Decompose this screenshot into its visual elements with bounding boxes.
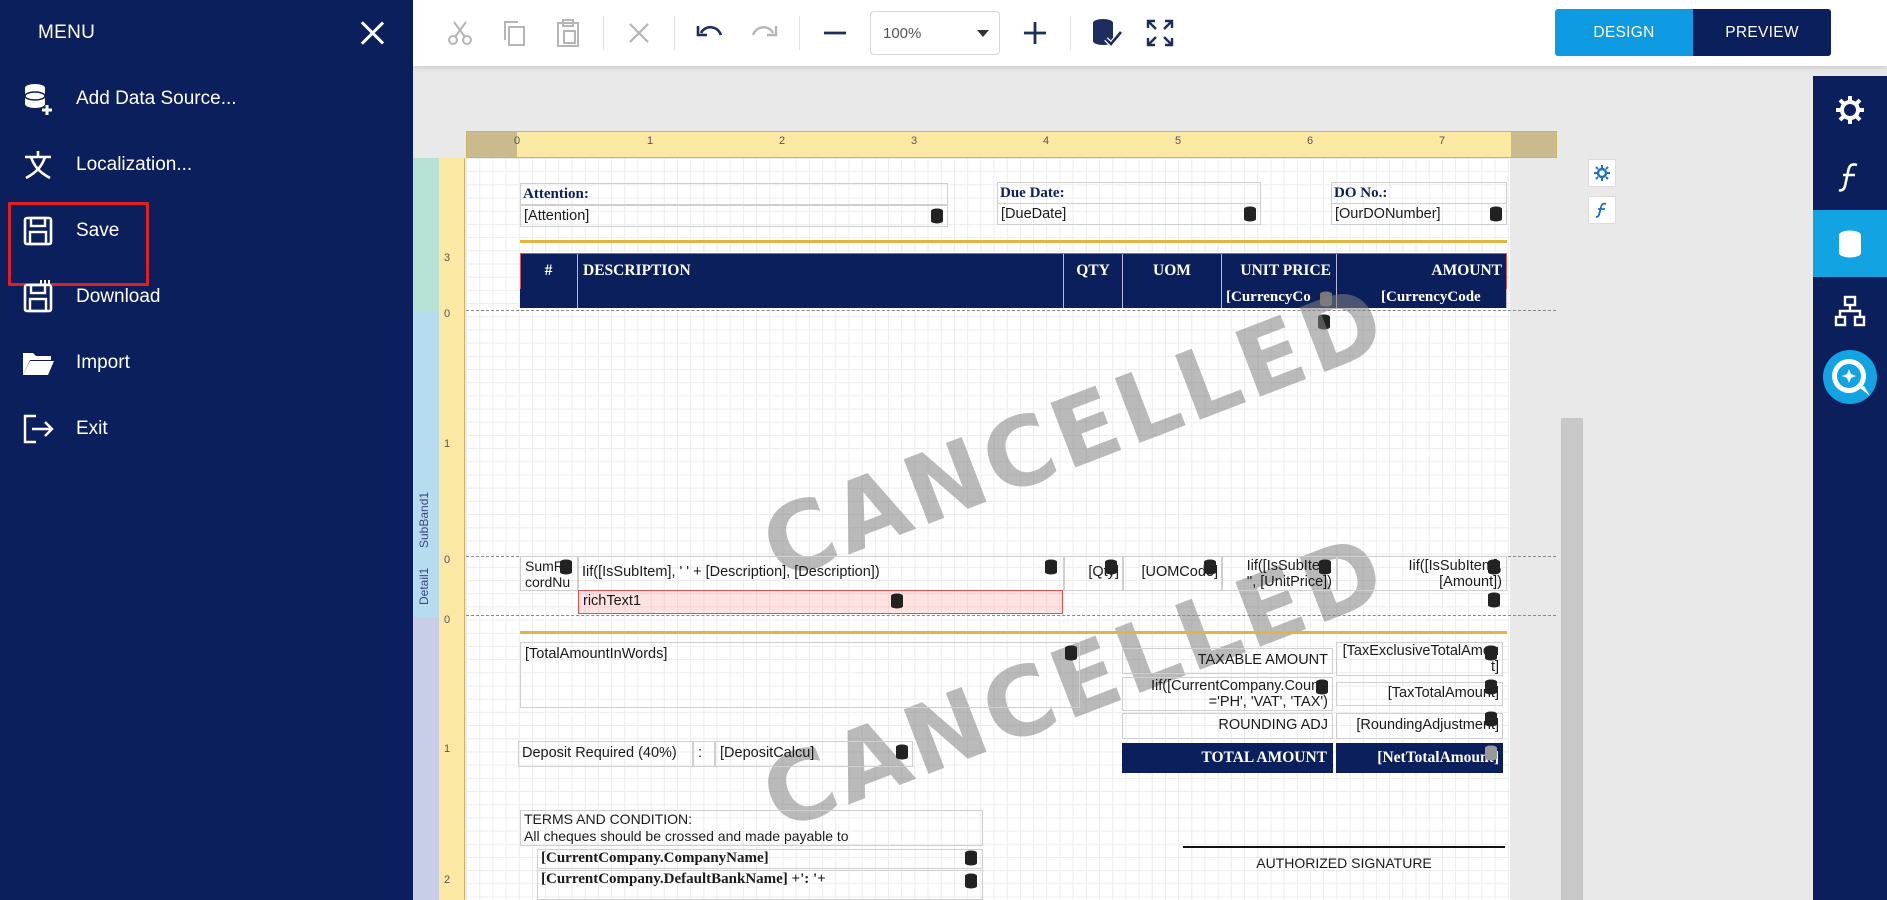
ruler-margin-right: [1511, 132, 1556, 157]
delete-icon[interactable]: [612, 0, 666, 66]
ruler-number: 2: [779, 135, 786, 147]
paste-icon[interactable]: [541, 0, 595, 66]
band-strip-footer: [413, 617, 439, 900]
preview-button[interactable]: PREVIEW: [1693, 9, 1831, 56]
zoom-value: 100%: [883, 24, 922, 42]
toolbar-divider: [799, 16, 800, 50]
ruler-margin-left: [467, 132, 517, 157]
menu-item-add-data-source[interactable]: Add Data Source...: [0, 66, 413, 132]
menu-item-label: Import: [76, 352, 130, 373]
mode-switch: DESIGN PREVIEW: [1555, 9, 1831, 56]
menu-item-save[interactable]: Save: [0, 198, 413, 286]
validate-datasource-icon[interactable]: [1079, 0, 1133, 66]
fullscreen-icon[interactable]: [1133, 0, 1187, 66]
horizontal-ruler: 0 1 2 3 4 5 6 7: [466, 131, 1557, 158]
toolbar-divider: [1070, 16, 1071, 50]
ai-assistant-chat-icon[interactable]: [1813, 344, 1887, 411]
field-list-database-icon[interactable]: [1813, 210, 1887, 277]
ruler-number: 1: [647, 135, 654, 147]
band-settings-gear-icon[interactable]: [1588, 159, 1616, 187]
designer-toolbar: 100% DESIGN PREVIEW: [413, 0, 1887, 66]
menu-item-import[interactable]: Import: [0, 330, 413, 396]
menu-item-label: Exit: [76, 418, 108, 439]
folder-open-icon: [0, 349, 76, 377]
band-label-subband: SubBand1: [417, 491, 431, 548]
menu-item-label: Download: [76, 286, 161, 307]
ruler-number: 0: [444, 308, 451, 320]
ruler-number: 3: [444, 252, 451, 264]
ruler-number: 1: [444, 743, 451, 755]
download-icon: [0, 280, 76, 314]
zoom-out-icon[interactable]: [808, 0, 862, 66]
menu-header: MENU: [0, 0, 413, 66]
richtext-control[interactable]: [578, 590, 1063, 614]
band-label-detail: Detail1: [417, 567, 431, 605]
toolbar-divider: [603, 16, 604, 50]
ruler-number: 0: [444, 614, 451, 626]
report-design-surface[interactable]: [466, 158, 1510, 900]
ruler-number: 5: [1175, 135, 1182, 147]
design-button[interactable]: DESIGN: [1555, 9, 1693, 56]
function-icon[interactable]: [1813, 143, 1887, 210]
ruler-number: 1: [444, 438, 451, 450]
translate-icon: [0, 148, 76, 182]
cut-icon[interactable]: [433, 0, 487, 66]
menu-list: Add Data Source... Localization... Save …: [0, 66, 413, 462]
ruler-number: 0: [514, 135, 521, 147]
ruler-number: 7: [1439, 135, 1446, 147]
ruler-number: 0: [444, 554, 451, 566]
ruler-number: 6: [1307, 135, 1314, 147]
menu-title: MENU: [38, 22, 96, 43]
exit-icon: [0, 413, 76, 445]
right-panel-tabs: [1813, 76, 1887, 900]
menu-item-localization[interactable]: Localization...: [0, 132, 413, 198]
report-explorer-tree-icon[interactable]: [1813, 277, 1887, 344]
band-strip-header: [413, 158, 439, 311]
menu-item-label: Add Data Source...: [76, 88, 237, 109]
main-menu-panel: MENU Add Data Source... Localization... …: [0, 0, 413, 900]
band-expression-function-icon[interactable]: [1588, 196, 1616, 224]
menu-item-exit[interactable]: Exit: [0, 396, 413, 462]
vertical-ruler: 3 0 1 0 0 1 2: [439, 158, 465, 900]
menu-item-label: Localization...: [76, 154, 193, 175]
ruler-number: 3: [911, 135, 918, 147]
menu-item-download[interactable]: Download: [0, 264, 413, 330]
band-label-strip: SubBand1 Detail1: [413, 158, 439, 900]
chevron-down-icon: [977, 29, 989, 37]
add-database-icon: [0, 81, 76, 117]
canvas-vertical-scrollbar[interactable]: [1561, 418, 1583, 900]
settings-gear-icon[interactable]: [1813, 76, 1887, 143]
zoom-in-icon[interactable]: [1008, 0, 1062, 66]
zoom-select[interactable]: 100%: [870, 11, 1000, 55]
copy-icon[interactable]: [487, 0, 541, 66]
undo-icon[interactable]: [683, 0, 737, 66]
ruler-number: 2: [444, 874, 451, 886]
redo-icon[interactable]: [737, 0, 791, 66]
toolbar-divider: [674, 16, 675, 50]
menu-item-label: Save: [76, 220, 120, 241]
ruler-number: 4: [1043, 135, 1050, 147]
save-icon: [0, 215, 76, 247]
close-menu-icon[interactable]: [357, 18, 387, 48]
